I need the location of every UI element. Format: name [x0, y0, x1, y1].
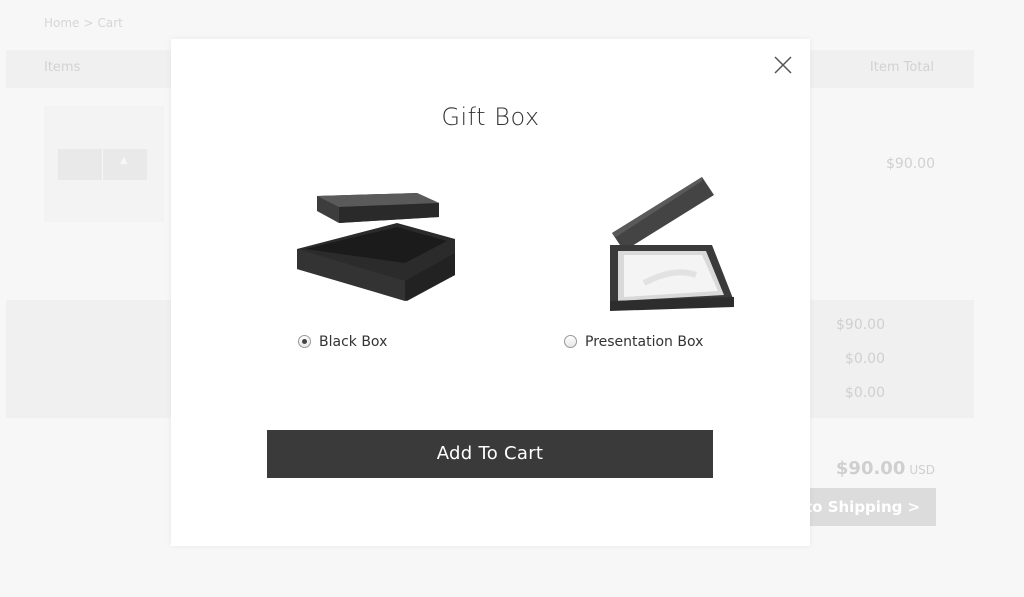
increment-icon[interactable]: ▲	[120, 155, 128, 166]
gift-box-modal: Gift Box Black Box Presentation Box Add …	[171, 39, 810, 546]
grand-total: $90.00 USD	[836, 458, 935, 479]
grand-total-amount: $90.00	[835, 458, 906, 479]
subtotal-value: $90.00	[836, 317, 885, 333]
breadcrumb-home[interactable]: Home	[44, 16, 79, 30]
tax-value: $0.00	[844, 385, 885, 401]
black-box-image	[297, 193, 455, 301]
shipping-value: $0.00	[844, 351, 885, 367]
close-icon[interactable]	[774, 56, 792, 74]
black-box-radio-label[interactable]: Black Box	[298, 334, 387, 350]
presentation-box-label-text: Presentation Box	[585, 334, 704, 350]
presentation-box-image	[610, 177, 734, 311]
breadcrumb-cart: Cart	[97, 16, 123, 30]
stepper-divider	[102, 149, 103, 180]
row-item-total: $90.00	[886, 156, 935, 172]
black-box-radio[interactable]	[298, 335, 311, 348]
breadcrumb-separator: >	[83, 16, 94, 30]
option-presentation-box[interactable]: Presentation Box	[554, 171, 784, 350]
breadcrumb: Home > Cart	[44, 16, 123, 30]
presentation-box-radio-label[interactable]: Presentation Box	[564, 334, 703, 350]
modal-title: Gift Box	[441, 103, 540, 131]
add-to-cart-button[interactable]: Add To Cart	[267, 430, 713, 478]
option-black-box[interactable]: Black Box	[257, 171, 487, 350]
presentation-box-radio[interactable]	[564, 335, 577, 348]
item-total-column-label: Item Total	[869, 60, 934, 75]
grand-total-currency: USD	[909, 463, 935, 477]
items-column-label: Items	[44, 60, 81, 75]
quantity-stepper[interactable]: ▲	[58, 149, 147, 180]
black-box-label-text: Black Box	[319, 334, 388, 350]
